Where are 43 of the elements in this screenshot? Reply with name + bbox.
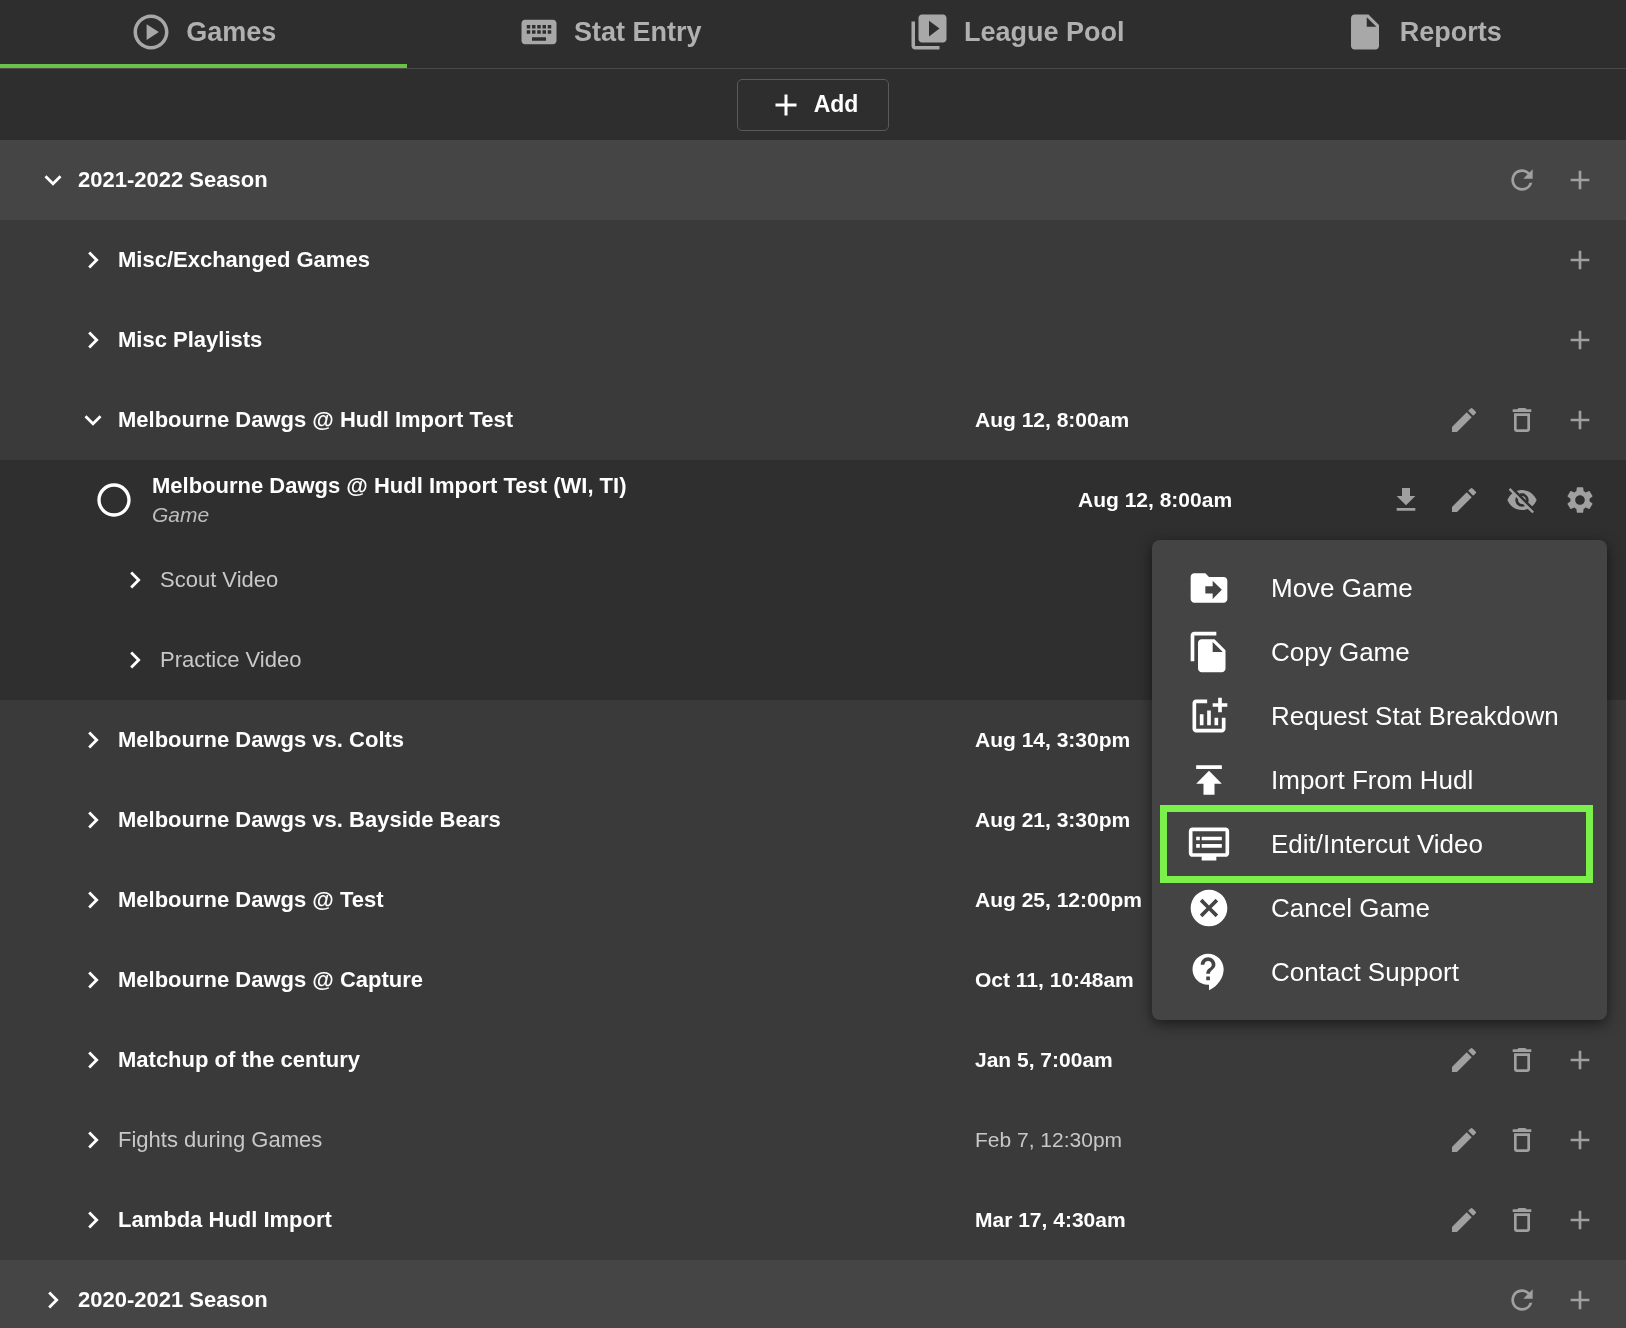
season-title: 2020-2021 Season xyxy=(78,1287,268,1313)
menu-item[interactable]: Edit/Intercut Video xyxy=(1160,805,1593,883)
menu-label: Move Game xyxy=(1271,572,1413,604)
radio-button[interactable] xyxy=(94,480,134,520)
row-title: Melbourne Dawgs vs. Colts xyxy=(118,727,405,753)
menu-label: Import From Hudl xyxy=(1271,764,1474,796)
add-button[interactable]: Add xyxy=(736,78,890,131)
date-text: Aug 14, 3:30pm xyxy=(975,728,1131,751)
date-text: Aug 12, 8:00am xyxy=(975,408,1130,431)
row-title: Practice Video xyxy=(160,647,302,673)
date-text: Feb 7, 12:30pm xyxy=(975,1128,1123,1151)
row-title: Lambda Hudl Import xyxy=(118,1207,332,1233)
row-title: Fights during Games xyxy=(118,1127,323,1153)
tab[interactable]: Games xyxy=(0,0,407,68)
game-type: Game xyxy=(152,503,211,527)
date-text: Aug 12, 8:00am xyxy=(1078,488,1233,511)
menu-item[interactable]: Contact Support xyxy=(1152,940,1607,1004)
date-text: Aug 21, 3:30pm xyxy=(975,808,1131,831)
menu-label: Copy Game xyxy=(1271,636,1410,668)
row-title: Misc Playlists xyxy=(118,327,263,353)
date-text: Jan 5, 7:00am xyxy=(975,1048,1113,1071)
row-title: Melbourne Dawgs @ Test xyxy=(118,887,384,913)
menu-label: Request Stat Breakdown xyxy=(1271,700,1559,732)
game-title: Melbourne Dawgs @ Hudl Import Test (WI, TI) xyxy=(152,473,627,499)
row-title: Melbourne Dawgs @ Hudl Import Test xyxy=(118,407,514,433)
row-title: Scout Video xyxy=(160,567,279,593)
row-title: Matchup of the century xyxy=(118,1047,360,1073)
date-text: Mar 17, 4:30am xyxy=(975,1208,1126,1231)
tab[interactable]: Stat Entry xyxy=(406,0,813,68)
date-text: Oct 11, 10:48am xyxy=(975,968,1134,991)
date-text: Aug 25, 12:00pm xyxy=(975,888,1142,911)
menu-item[interactable]: Move Game xyxy=(1152,556,1607,620)
tab[interactable]: Reports xyxy=(1219,0,1626,68)
row-title: Melbourne Dawgs vs. Bayside Bears xyxy=(118,807,501,833)
row-title: Misc/Exchanged Games xyxy=(118,247,370,273)
season-title: 2021-2022 Season xyxy=(78,167,268,193)
menu-label: Contact Support xyxy=(1271,956,1459,988)
tab[interactable]: League Pool xyxy=(813,0,1220,68)
menu-label: Edit/Intercut Video xyxy=(1271,828,1483,860)
menu-item[interactable]: Copy Game xyxy=(1152,620,1607,684)
menu-label: Cancel Game xyxy=(1271,892,1430,924)
row-title: Melbourne Dawgs @ Capture xyxy=(118,967,424,993)
menu-item[interactable]: Request Stat Breakdown xyxy=(1152,684,1607,748)
